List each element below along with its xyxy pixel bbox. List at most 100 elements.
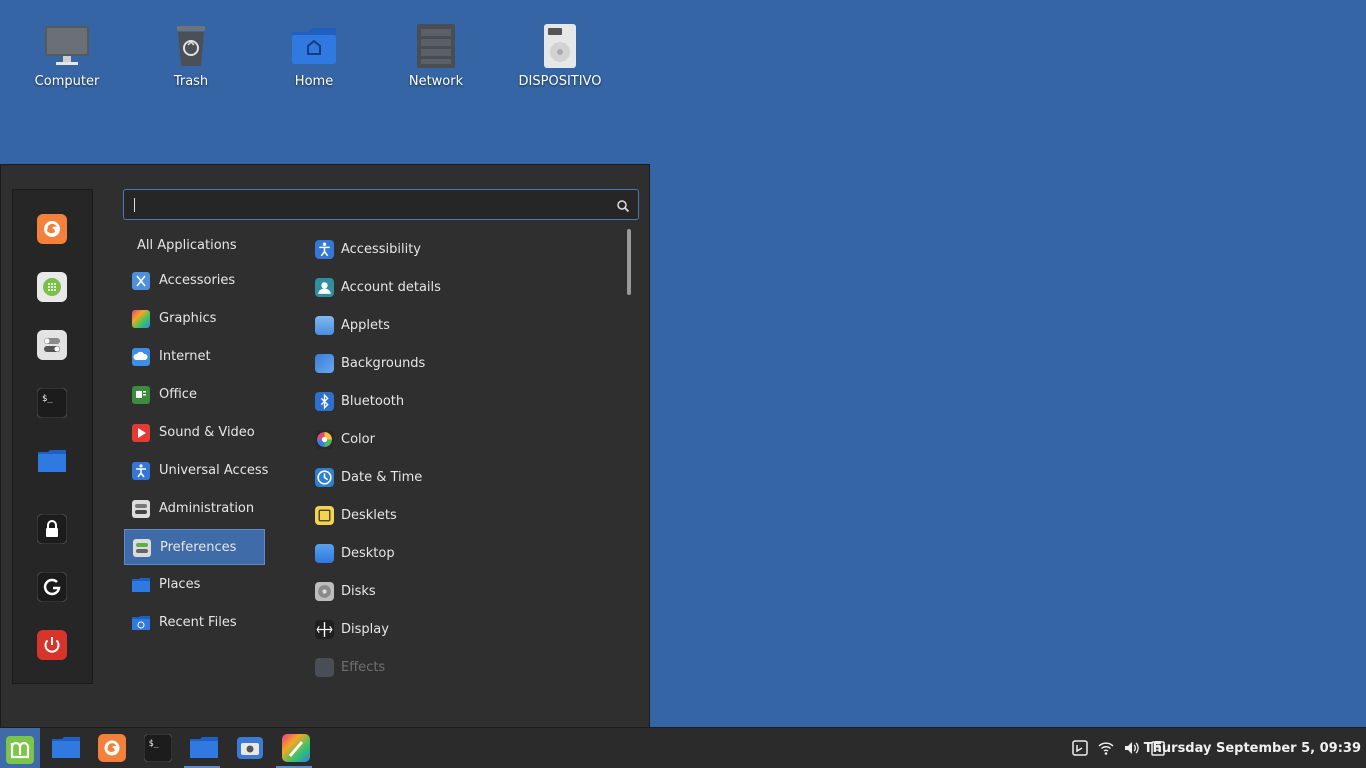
universal-access-icon	[132, 462, 150, 480]
administration-icon	[132, 500, 150, 518]
app-account-details[interactable]: Account details	[306, 269, 616, 305]
system-settings-icon[interactable]	[37, 330, 67, 360]
desktop-icon-network[interactable]: Network	[381, 22, 491, 89]
desktop-icon-trash[interactable]: Trash	[136, 22, 246, 89]
category-label: Office	[159, 387, 197, 402]
app-label: Bluetooth	[341, 394, 405, 409]
terminal-icon[interactable]: $_	[36, 387, 68, 419]
clock[interactable]: Thursday September 5, 09:39	[1144, 741, 1361, 756]
category-places[interactable]: Places	[124, 567, 265, 603]
bottom-panel: $_ Thursday September 5, 09:39	[0, 727, 1366, 768]
drawing-icon	[282, 734, 310, 762]
app-label: Desklets	[341, 508, 397, 523]
app-label: Date & Time	[341, 470, 423, 485]
taskbar-screenshot[interactable]	[228, 728, 268, 768]
app-accessibility[interactable]: Accessibility	[306, 231, 616, 267]
search-box[interactable]	[123, 189, 639, 220]
category-accessories[interactable]: Accessories	[124, 263, 265, 299]
category-label: Internet	[159, 349, 211, 364]
category-label: Graphics	[159, 311, 217, 326]
accessibility-icon	[315, 240, 334, 259]
home-folder-icon	[290, 22, 338, 70]
desktop-icon-dispositivo[interactable]: DISPOSITIVO	[505, 22, 615, 89]
category-label: Accessories	[159, 273, 236, 288]
app-label: Desktop	[341, 546, 395, 561]
svg-text:$_: $_	[42, 394, 53, 404]
app-label: Color	[341, 432, 375, 447]
category-sound-video[interactable]: Sound & Video	[124, 415, 265, 451]
desktop-icon-label: Network	[408, 74, 464, 89]
search-input[interactable]	[138, 194, 602, 217]
folder-icon	[190, 734, 218, 762]
lock-screen-icon[interactable]	[36, 513, 68, 545]
category-recent-files[interactable]: Recent Files	[124, 605, 265, 641]
accessories-icon	[132, 272, 150, 290]
computer-icon	[43, 22, 91, 70]
category-universal-access[interactable]: Universal Access	[124, 453, 268, 489]
menu-button[interactable]	[0, 728, 40, 768]
app-applets[interactable]: Applets	[306, 307, 616, 343]
app-desktop[interactable]: Desktop	[306, 535, 616, 571]
desktop-icon-computer[interactable]: Computer	[12, 22, 122, 89]
app-desklets[interactable]: Desklets	[306, 497, 616, 533]
logout-icon[interactable]	[36, 571, 68, 603]
taskbar-firefox[interactable]	[90, 728, 130, 768]
desktop-icon-label: DISPOSITIVO	[518, 74, 602, 89]
taskbar-terminal[interactable]: $_	[136, 728, 176, 768]
search-icon	[616, 198, 630, 213]
firefox-icon	[98, 734, 126, 762]
app-disks[interactable]: Disks	[306, 573, 616, 609]
network-icon	[412, 22, 460, 70]
files-icon	[52, 734, 80, 762]
volume-icon[interactable]	[1123, 740, 1139, 756]
desktop-icon-label: Computer	[34, 74, 100, 89]
places-folder-icon	[132, 576, 150, 594]
category-label: Administration	[159, 501, 255, 516]
app-backgrounds[interactable]: Backgrounds	[306, 345, 616, 381]
trash-icon	[167, 22, 215, 70]
apps-scrollbar[interactable]	[627, 229, 631, 295]
clock-icon	[315, 468, 334, 487]
app-label: Applets	[341, 318, 390, 333]
category-internet[interactable]: Internet	[124, 339, 265, 375]
app-color[interactable]: Color	[306, 421, 616, 457]
taskbar-folder[interactable]	[182, 728, 222, 768]
terminal-icon: $_	[143, 733, 173, 763]
wifi-icon[interactable]	[1098, 740, 1114, 756]
desktop-icon-home[interactable]: Home	[259, 22, 369, 89]
bluetooth-icon	[315, 392, 334, 411]
category-label: Sound & Video	[159, 425, 255, 440]
favorites-sidebar: $_	[12, 189, 93, 684]
app-label: Backgrounds	[341, 356, 426, 371]
keyboard-layout-icon[interactable]	[1072, 740, 1088, 756]
category-administration[interactable]: Administration	[124, 491, 265, 527]
desktop-icon	[315, 544, 334, 563]
category-label: Preferences	[160, 540, 237, 555]
app-display[interactable]: Display	[306, 611, 616, 647]
disks-icon	[315, 582, 334, 601]
display-icon	[315, 620, 334, 639]
taskbar-files[interactable]	[44, 728, 84, 768]
svg-text:$_: $_	[149, 738, 160, 748]
app-label: Account details	[341, 280, 441, 295]
category-preferences[interactable]: Preferences	[124, 529, 265, 565]
preferences-icon	[133, 539, 151, 557]
category-office[interactable]: Office	[124, 377, 265, 413]
category-graphics[interactable]: Graphics	[124, 301, 265, 337]
power-icon[interactable]	[37, 630, 67, 660]
files-icon[interactable]	[37, 446, 67, 476]
software-manager-icon[interactable]	[37, 272, 67, 302]
app-bluetooth[interactable]: Bluetooth	[306, 383, 616, 419]
effects-icon	[315, 658, 334, 677]
app-label: Disks	[341, 584, 376, 599]
firefox-icon[interactable]	[37, 214, 67, 244]
screenshot-icon	[236, 734, 264, 762]
taskbar-drawing[interactable]	[274, 728, 314, 768]
category-label: All Applications	[137, 238, 237, 253]
desktop-icon-label: Home	[294, 74, 334, 89]
category-all-applications[interactable]: All Applications	[124, 229, 265, 265]
mint-menu-icon	[4, 734, 34, 764]
desklets-icon	[315, 506, 334, 525]
app-date-time[interactable]: Date & Time	[306, 459, 616, 495]
app-effects[interactable]: Effects	[306, 649, 616, 685]
